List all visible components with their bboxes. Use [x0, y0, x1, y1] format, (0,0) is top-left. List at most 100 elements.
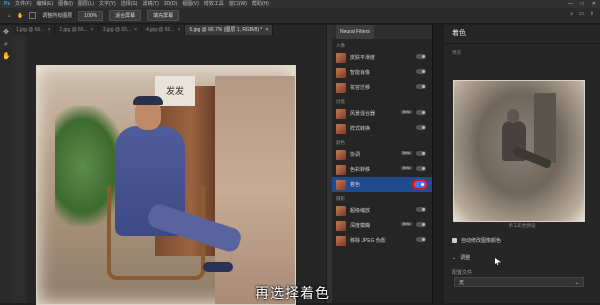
menu-type[interactable]: 文字(Y): [99, 0, 116, 8]
video-subtitle: 再选择着色: [255, 286, 330, 302]
window-controls: — □ ✕: [568, 0, 596, 8]
colorized-photo[interactable]: 发发: [36, 65, 296, 305]
profile-dropdown-value: 无: [459, 280, 465, 286]
adjust-section[interactable]: ⌄ 调整: [452, 254, 470, 262]
menu-edit[interactable]: 编辑(E): [37, 0, 54, 8]
menu-3d[interactable]: 3D(D): [164, 0, 177, 8]
filter-toggle[interactable]: [416, 110, 426, 115]
filter-toggle[interactable]: [416, 69, 426, 74]
menu-filter[interactable]: 滤镜(T): [142, 0, 158, 8]
filter-item[interactable]: 超级缩放: [332, 203, 432, 218]
close-button[interactable]: ✕: [592, 0, 596, 8]
filter-toggle[interactable]: [416, 207, 426, 212]
preview-hint: 手工彩色预设: [508, 223, 536, 228]
menu-view[interactable]: 视图(V): [182, 0, 199, 8]
close-icon[interactable]: ×: [178, 25, 181, 35]
filter-toggle[interactable]: [416, 166, 426, 171]
options-bar: ⌂ ✋ 调整所有图层 100% 适合屏幕 填充屏幕 ⌕ ▭ ⇪: [0, 8, 600, 24]
colorize-preview[interactable]: [453, 80, 585, 222]
close-icon[interactable]: ×: [47, 25, 50, 35]
filter-label: 深度模糊: [350, 223, 371, 229]
beta-badge: Beta: [400, 222, 412, 226]
filter-thumbnail: [336, 220, 346, 231]
menu-help[interactable]: 帮助(H): [252, 0, 269, 8]
filter-item[interactable]: 皮肤平滑度: [332, 50, 432, 65]
neural-filters-tab[interactable]: Neural Filters: [336, 25, 374, 39]
ps-logo[interactable]: Ps: [4, 0, 10, 8]
close-icon[interactable]: ×: [134, 25, 137, 35]
menu-window[interactable]: 窗口(W): [229, 0, 247, 8]
chevron-down-icon: ⌄: [574, 280, 579, 286]
auto-color-label: 自动修改图像颜色: [461, 238, 502, 244]
profile-dropdown[interactable]: 无 ⌄: [454, 277, 584, 287]
beta-badge: Beta: [400, 151, 412, 155]
doc-tab[interactable]: 1.jpg @ 66... ×: [12, 25, 56, 35]
filter-item[interactable]: 深度模糊 Beta: [332, 218, 432, 233]
minimize-button[interactable]: —: [568, 0, 573, 8]
menu-layer[interactable]: 图层(L): [78, 0, 94, 8]
filter-item[interactable]: 智能肖像: [332, 65, 432, 80]
filter-toggle[interactable]: [416, 84, 426, 89]
filter-toggle[interactable]: [416, 54, 426, 59]
share-icon[interactable]: ⇪: [590, 11, 594, 17]
filter-label: 超级缩放: [350, 208, 371, 214]
zoom-100-button[interactable]: 100%: [78, 10, 104, 21]
doc-tab-label: 4.jpg @ 66...: [146, 27, 175, 33]
menu-image[interactable]: 图像(I): [58, 0, 73, 8]
hand-tool-icon[interactable]: ✋: [17, 13, 23, 19]
doc-tab[interactable]: 3.jpg @ 65... ×: [99, 25, 143, 35]
colorize-toggle[interactable]: [414, 181, 426, 188]
filter-toggle[interactable]: [416, 222, 426, 227]
fill-screen-button[interactable]: 填充屏幕: [147, 10, 180, 21]
doc-tab-active[interactable]: 5.jpg @ 66.7% (图层 1, RGB/8) * ×: [185, 25, 274, 35]
scroll-all-label: 调整所有图层: [42, 13, 73, 19]
filter-item[interactable]: 移除 JPEG 伪影: [332, 233, 432, 248]
search-icon[interactable]: ⌕: [570, 11, 573, 17]
beta-badge: Beta: [400, 166, 412, 170]
filter-item[interactable]: 协调 Beta: [332, 147, 432, 162]
filter-toggle[interactable]: [416, 125, 426, 130]
workspace-icon[interactable]: ▭: [579, 11, 584, 17]
menu-bar: Ps 文件(F) 编辑(E) 图像(I) 图层(L) 文字(Y) 选择(S) 滤…: [0, 0, 600, 8]
filter-toggle[interactable]: [416, 151, 426, 156]
menu-file[interactable]: 文件(F): [15, 0, 31, 8]
zoom-tool-icon[interactable]: ⌕: [2, 41, 10, 49]
filter-thumbnail: [336, 123, 346, 134]
move-tool-icon[interactable]: ✥: [2, 29, 10, 37]
fit-screen-button[interactable]: 适合屏幕: [109, 10, 142, 21]
neural-filters-list: Neural Filters 人像 皮肤平滑度 智能肖像 妆容迁移 创意 风景混…: [332, 25, 433, 303]
filter-toggle[interactable]: [416, 237, 426, 242]
doc-tab-label: 2.jpg @ 66...: [59, 27, 88, 33]
filter-item[interactable]: 风景混合器 Beta: [332, 106, 432, 121]
filter-thumbnail: [336, 108, 346, 119]
filter-item[interactable]: 妆容迁移: [332, 80, 432, 95]
filter-label: 移除 JPEG 伪影: [350, 238, 386, 244]
filter-thumbnail: [336, 52, 346, 63]
filter-label: 样式转换: [350, 126, 371, 132]
close-icon[interactable]: ×: [91, 25, 94, 35]
chevron-down-icon[interactable]: ⌄: [452, 255, 456, 261]
menu-plugins[interactable]: 增效工具: [204, 0, 224, 8]
maximize-button[interactable]: □: [581, 0, 584, 8]
menu-select[interactable]: 选择(S): [121, 0, 138, 8]
profile-label: 配置文件: [452, 270, 473, 276]
photo-man-cap: [133, 96, 163, 105]
filter-thumbnail: [336, 179, 346, 190]
filter-item[interactable]: 色彩转移 Beta: [332, 162, 432, 177]
home-icon[interactable]: ⌂: [8, 13, 11, 19]
auto-color-row[interactable]: 自动修改图像颜色: [452, 237, 501, 244]
colorize-settings-panel: 着色 预览 手工彩色预设 自动修改图像颜色 ⌄ 调整 配置文件 无 ⌄: [444, 25, 600, 303]
doc-tab[interactable]: 4.jpg @ 66... ×: [142, 25, 186, 35]
colorize-title: 着色: [444, 25, 600, 44]
filter-thumbnail: [336, 67, 346, 78]
preview-door: [534, 93, 556, 163]
doc-tab[interactable]: 2.jpg @ 66... ×: [55, 25, 99, 35]
scroll-all-checkbox[interactable]: [29, 12, 37, 19]
close-icon[interactable]: ×: [265, 25, 268, 35]
preview-head: [507, 109, 519, 123]
hand-tool-icon[interactable]: ✋: [2, 53, 11, 61]
filter-item-colorize[interactable]: 着色: [332, 177, 432, 192]
filter-item[interactable]: 样式转换: [332, 121, 432, 136]
auto-color-checkbox[interactable]: [452, 238, 457, 243]
vertical-ruler: [12, 35, 26, 303]
